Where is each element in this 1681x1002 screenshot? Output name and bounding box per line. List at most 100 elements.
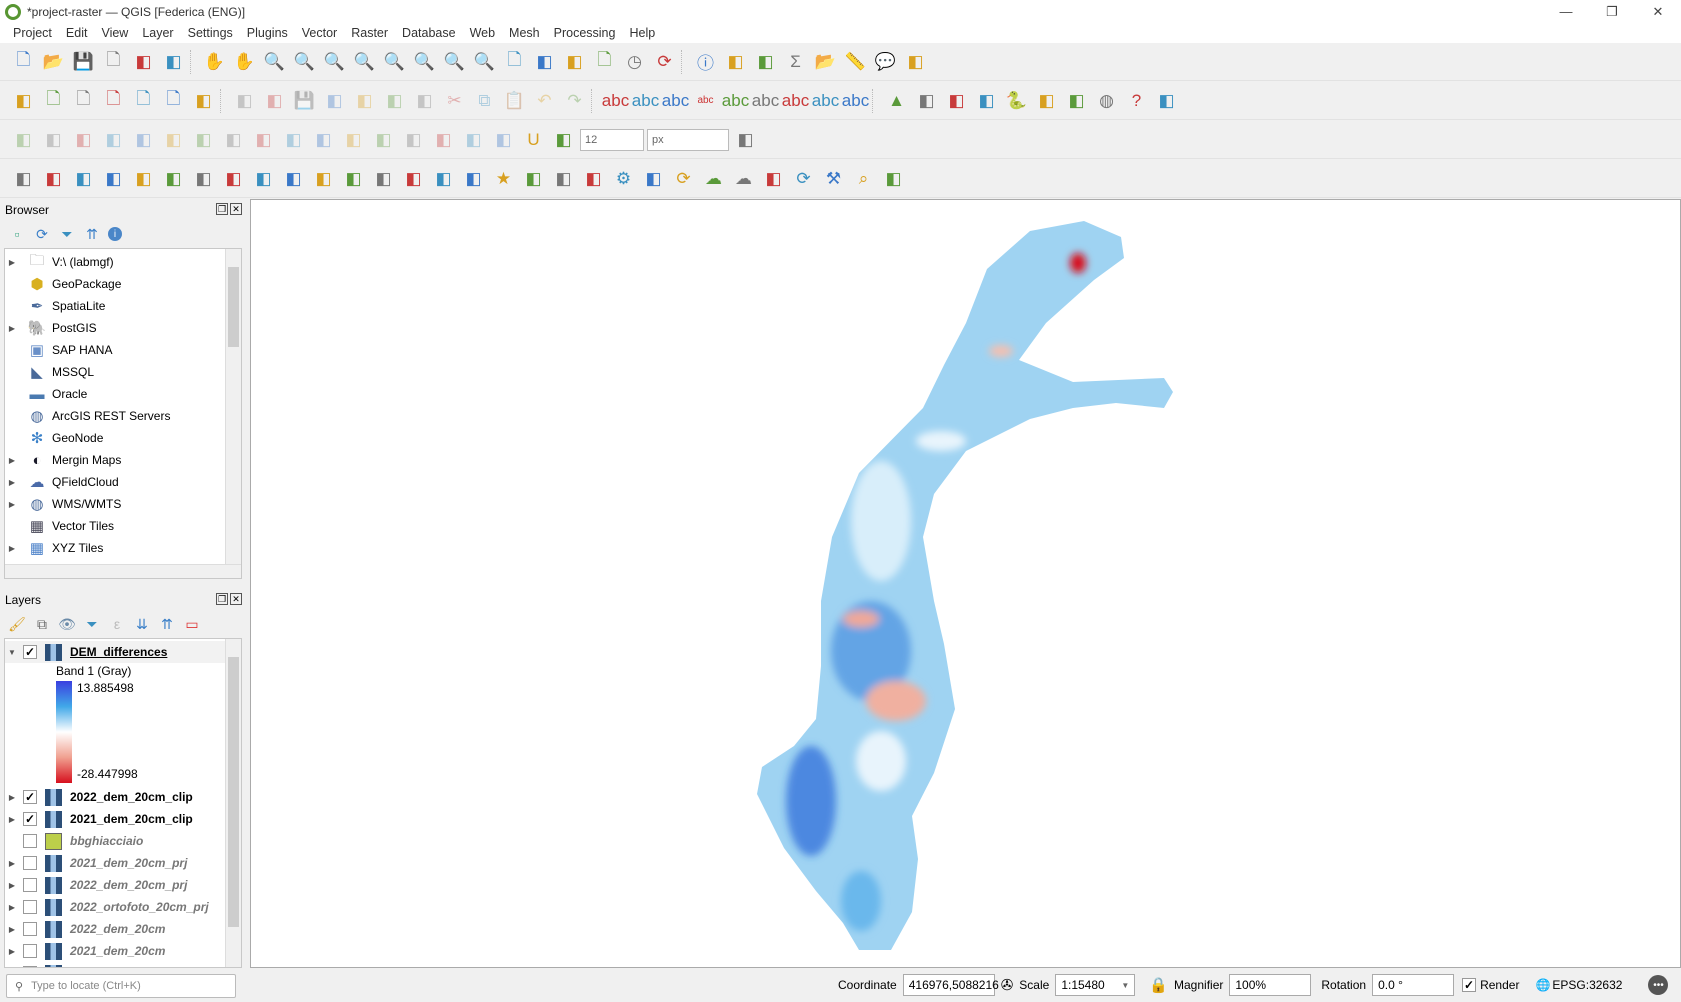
save-project-icon[interactable]: 💾 (70, 48, 97, 75)
globe-icon[interactable]: ◍ (1093, 87, 1120, 114)
layer-item[interactable]: ▶ 2022_dem_20cm_prj (5, 874, 241, 896)
close-button[interactable]: ✕ (1635, 0, 1681, 23)
annotation-select-icon[interactable]: ◧ (400, 165, 427, 192)
layer-item[interactable]: ▶ ✓ 2021_dem_20cm_clip (5, 808, 241, 830)
vertex-tool-icon[interactable]: ◧ (351, 87, 378, 114)
zoom-to-selection-icon[interactable]: 🔍 (351, 48, 378, 75)
new-temporary-layer-icon[interactable]: 🗋 (160, 87, 187, 114)
menu-plugins[interactable]: Plugins (240, 26, 295, 40)
expand-arrow-icon[interactable]: ▶ (5, 478, 19, 487)
new-geopackage-layer-icon[interactable]: 🗋 (40, 87, 67, 114)
add-part-icon[interactable]: ◧ (340, 126, 367, 153)
close-panel-button[interactable]: ✕ (230, 203, 242, 215)
zoom-native-icon[interactable]: 🔍 (411, 48, 438, 75)
python-icon[interactable]: 🐍 (1003, 87, 1030, 114)
open-field-calculator-icon[interactable]: 📂 (812, 48, 839, 75)
browser-item[interactable]: ▦ Vector Tiles (5, 515, 241, 537)
plugin-green-icon[interactable]: ◧ (1063, 87, 1090, 114)
expand-all-icon[interactable]: ⇊ (133, 615, 151, 633)
measure-icon[interactable]: 📏 (842, 48, 869, 75)
layer-item[interactable]: ▶ 2022_ortofoto_20cm_prj (5, 896, 241, 918)
expand-arrow-icon[interactable]: ▶ (5, 793, 19, 802)
pan-to-selection-icon[interactable]: ✋ (231, 48, 258, 75)
attribute-table-icon[interactable]: ◧ (722, 48, 749, 75)
delete-ring-icon[interactable]: ◧ (370, 126, 397, 153)
text-dropdown-icon[interactable]: ◧ (550, 165, 577, 192)
data-source-manager-icon[interactable]: ◧ (10, 87, 37, 114)
split-icon[interactable]: ◧ (190, 126, 217, 153)
add-wfs-icon[interactable]: ◧ (973, 87, 1000, 114)
browser-vertical-scrollbar[interactable] (225, 249, 241, 564)
annotation-text-icon[interactable]: ◧ (370, 165, 397, 192)
identify-icon[interactable]: ⓘ (692, 48, 719, 75)
browser-item[interactable]: ✒ SpatiaLite (5, 295, 241, 317)
remove-layer-icon[interactable]: ▭ (183, 615, 201, 633)
expand-arrow-icon[interactable]: ▶ (5, 456, 19, 465)
cut-icon[interactable]: ✂ (441, 87, 468, 114)
plugin-layers-icon[interactable]: ◧ (1033, 87, 1060, 114)
menu-settings[interactable]: Settings (181, 26, 240, 40)
menu-view[interactable]: View (94, 26, 135, 40)
show-spatial-bookmark-icon[interactable]: ◧ (561, 48, 588, 75)
layer-visibility-checkbox[interactable]: ✓ (23, 790, 37, 804)
zoom-next-icon[interactable]: 🔍 (471, 48, 498, 75)
search-icon[interactable]: ⌕ (850, 165, 877, 192)
browser-item[interactable]: ⬢ GeoPackage (5, 273, 241, 295)
label-icon[interactable]: abc (602, 87, 629, 114)
new-print-layout-icon[interactable]: 🗋 (100, 48, 127, 75)
info-icon[interactable]: i (108, 227, 122, 241)
rotate-icon[interactable]: ◧ (250, 126, 277, 153)
reshape-icon[interactable]: ◧ (130, 126, 157, 153)
node-tool-icon[interactable]: ◧ (430, 165, 457, 192)
expand-arrow-icon[interactable]: ▼ (5, 648, 19, 657)
layer-item[interactable]: ▶ 2021_dem_20cm (5, 940, 241, 962)
layers-vertical-scrollbar[interactable] (225, 639, 241, 967)
new-shapefile-icon[interactable]: 🗋 (70, 87, 97, 114)
settings-gear-icon[interactable]: ⚙ (610, 165, 637, 192)
mouse-toggle-icon[interactable]: ✇ (1001, 976, 1014, 994)
expand-arrow-icon[interactable]: ▶ (5, 815, 19, 824)
browser-horizontal-scrollbar[interactable] (5, 564, 241, 578)
save-edits-icon[interactable]: 💾 (291, 87, 318, 114)
menu-mesh[interactable]: Mesh (502, 26, 547, 40)
menu-vector[interactable]: Vector (295, 26, 344, 40)
browser-item[interactable]: ▶ ☁ QFieldCloud (5, 471, 241, 493)
show-bookmarks-icon[interactable]: ◧ (531, 48, 558, 75)
shape-circle-icon[interactable]: ◧ (10, 165, 37, 192)
layer-visibility-checkbox[interactable] (23, 878, 37, 892)
tracing-icon[interactable]: ◧ (732, 126, 759, 153)
add-wms-icon[interactable]: ◧ (913, 87, 940, 114)
help-icon[interactable]: ? (1123, 87, 1150, 114)
copy-icon[interactable]: ⧉ (471, 87, 498, 114)
split-parts-icon[interactable]: ◧ (490, 126, 517, 153)
multi-edit-icon[interactable]: ◧ (310, 165, 337, 192)
menu-layer[interactable]: Layer (135, 26, 180, 40)
sync-icon[interactable]: ⟳ (670, 165, 697, 192)
vertex-edit-icon[interactable]: ◧ (340, 165, 367, 192)
new-map-view-icon[interactable]: 🗋 (591, 48, 618, 75)
layer-styling-icon[interactable]: 🖌 (8, 615, 26, 633)
close-panel-button[interactable]: ✕ (230, 593, 242, 605)
locator-search-input[interactable]: ⚲ Type to locate (Ctrl+K) (6, 974, 236, 998)
layer-visibility-checkbox[interactable]: ✓ (23, 645, 37, 659)
menu-project[interactable]: Project (6, 26, 59, 40)
expand-arrow-icon[interactable]: ▶ (5, 324, 19, 333)
layers-tree[interactable]: ▼ ✓ DEM_differences Band 1 (Gray) 13.885498 -… (4, 638, 242, 968)
offset-icon[interactable]: ◧ (160, 126, 187, 153)
refresh-icon[interactable]: ⟳ (651, 48, 678, 75)
new-spatialite-icon[interactable]: 🗋 (100, 87, 127, 114)
shape-regular-icon[interactable]: ◧ (130, 165, 157, 192)
layer-visibility-checkbox[interactable] (23, 900, 37, 914)
label-move-icon[interactable]: abc (752, 87, 779, 114)
shape-ellipse-icon[interactable]: ◧ (40, 165, 67, 192)
undo-icon[interactable]: ↶ (531, 87, 558, 114)
browser-item[interactable]: ▶ ◍ WMS/WMTS (5, 493, 241, 515)
messages-icon[interactable]: ••• (1648, 975, 1669, 995)
snapping-unit-combobox[interactable]: px (647, 128, 729, 151)
layer-item[interactable]: ▼ ✓ DEM_differences (5, 641, 241, 663)
new-virtual-layer-icon[interactable]: 🗋 (130, 87, 157, 114)
plugin-chart-icon[interactable]: ◧ (880, 165, 907, 192)
label-pin-icon[interactable]: abc (632, 87, 659, 114)
line-icon[interactable]: ◧ (40, 126, 67, 153)
expand-arrow-icon[interactable]: ▶ (5, 500, 19, 509)
